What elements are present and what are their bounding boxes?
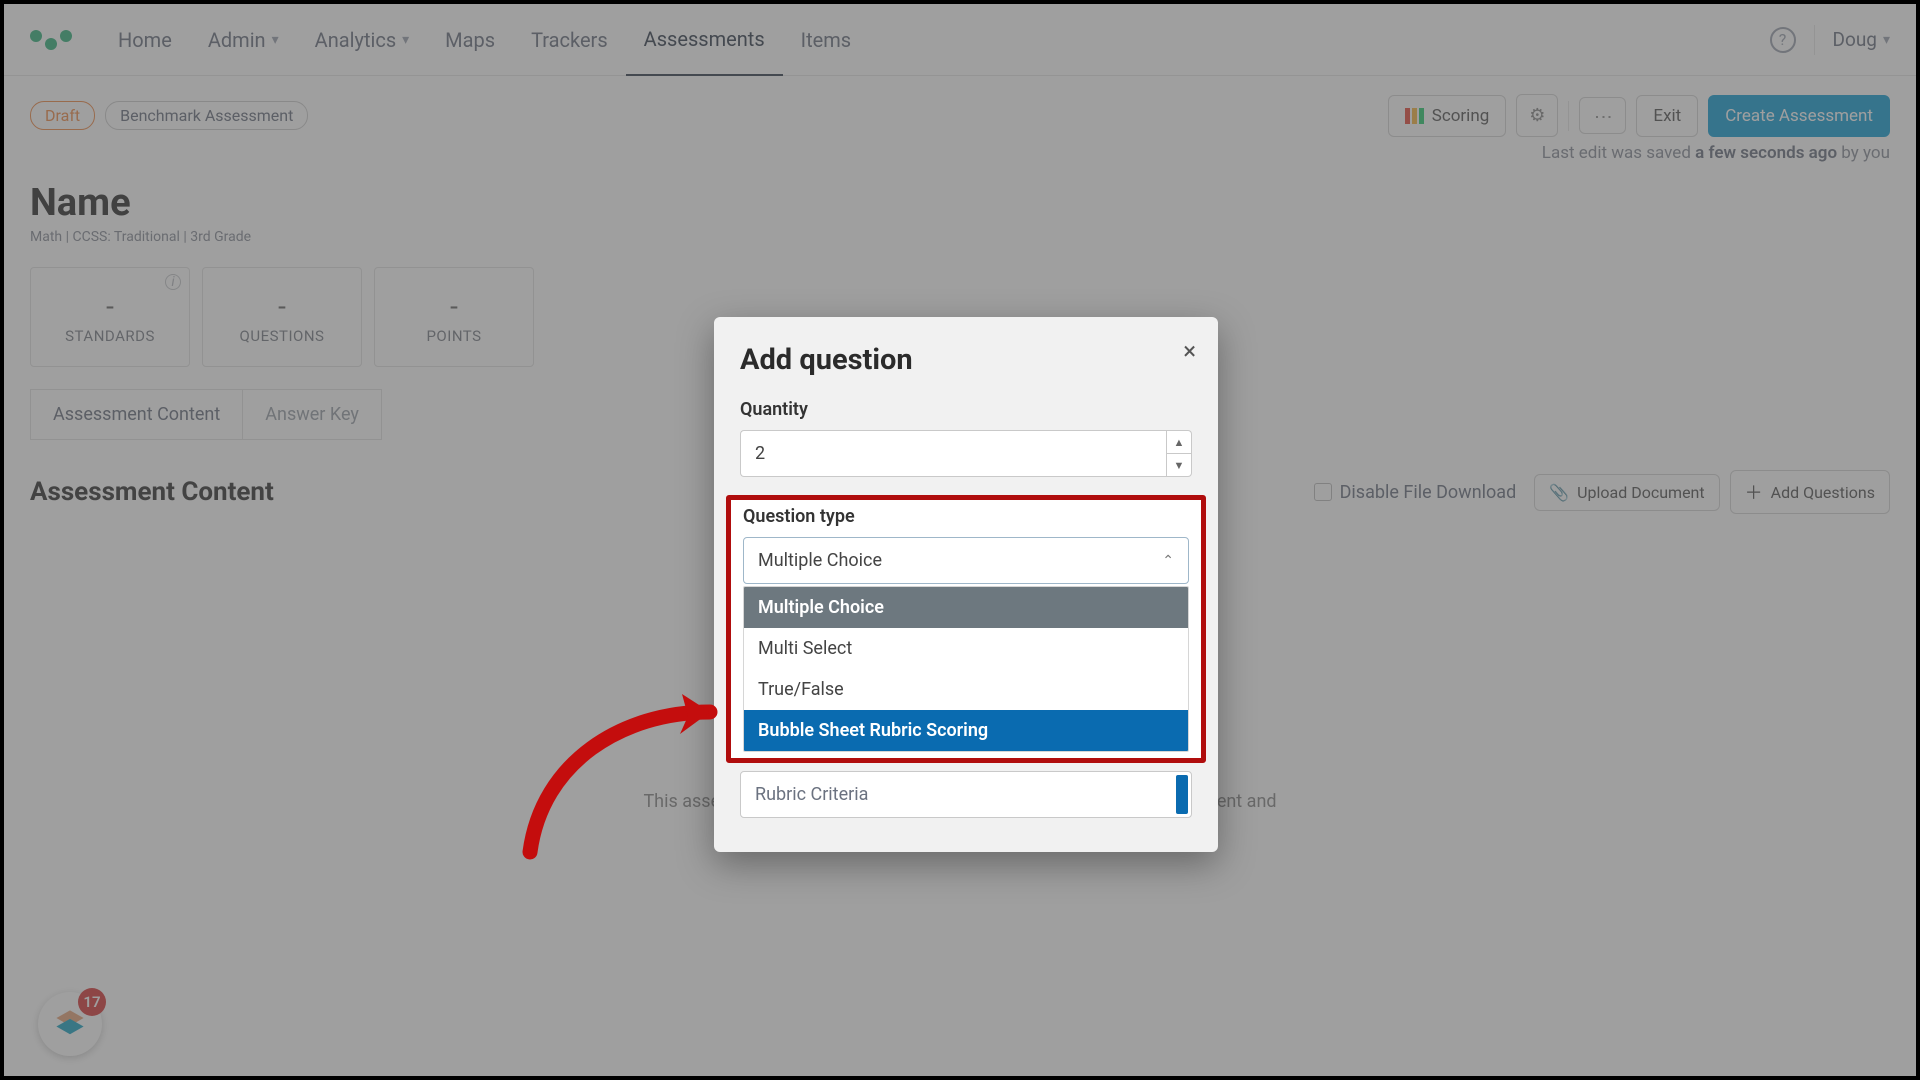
section-title: Assessment Content xyxy=(30,477,274,507)
notifications-widget[interactable]: 17 xyxy=(38,992,102,1056)
quantity-label: Quantity xyxy=(740,399,1192,420)
scoring-icon xyxy=(1405,108,1424,124)
stat-standards: i - STANDARDS xyxy=(30,267,190,367)
benchmark-badge: Benchmark Assessment xyxy=(105,101,308,130)
nav-trackers[interactable]: Trackers xyxy=(513,4,626,76)
divider xyxy=(1814,25,1815,55)
quantity-input[interactable] xyxy=(740,430,1166,477)
attachment-icon: 📎 xyxy=(1549,483,1569,502)
question-type-label: Question type xyxy=(743,506,1189,527)
option-multi-select[interactable]: Multi Select xyxy=(744,628,1188,669)
draft-badge: Draft xyxy=(30,101,95,130)
close-icon[interactable]: × xyxy=(1183,337,1196,365)
create-assessment-button[interactable]: Create Assessment xyxy=(1708,95,1890,137)
scoring-button[interactable]: Scoring xyxy=(1388,95,1507,137)
question-type-dropdown: Multiple Choice Multi Select True/False … xyxy=(743,586,1189,752)
app-root: Home Admin▾ Analytics▾ Maps Trackers Ass… xyxy=(4,4,1916,1076)
nav-admin[interactable]: Admin▾ xyxy=(190,4,297,76)
nav-items[interactable]: Items xyxy=(783,4,869,76)
option-bubble-sheet-rubric[interactable]: Bubble Sheet Rubric Scoring xyxy=(744,710,1188,751)
add-question-modal: × Add question Quantity ▲ ▼ Question typ… xyxy=(714,317,1218,852)
gear-icon: ⚙ xyxy=(1529,105,1545,126)
divider xyxy=(1568,101,1569,131)
info-icon[interactable]: i xyxy=(165,274,181,290)
option-multiple-choice[interactable]: Multiple Choice xyxy=(744,587,1188,628)
modal-title: Add question xyxy=(740,343,1192,377)
user-menu[interactable]: Doug▾ xyxy=(1833,28,1890,51)
last-saved-text: Last edit was saved a few seconds ago by… xyxy=(4,137,1916,163)
page-title: Name xyxy=(30,181,1890,225)
question-type-select[interactable]: Multiple Choice ⌃ xyxy=(743,537,1189,584)
chevron-down-icon: ▾ xyxy=(1883,32,1890,48)
help-icon[interactable]: ? xyxy=(1770,27,1796,53)
add-questions-button[interactable]: ＋ Add Questions xyxy=(1730,470,1890,514)
quantity-stepper: ▲ ▼ xyxy=(1166,430,1192,477)
stat-questions: - QUESTIONS xyxy=(202,267,362,367)
top-nav: Home Admin▾ Analytics▾ Maps Trackers Ass… xyxy=(4,4,1916,76)
question-type-highlight: Question type Multiple Choice ⌃ Multiple… xyxy=(726,495,1206,763)
nav-analytics[interactable]: Analytics▾ xyxy=(297,4,428,76)
action-bar: Draft Benchmark Assessment Scoring ⚙ ⋮ E… xyxy=(4,76,1916,137)
upload-document-button[interactable]: 📎 Upload Document xyxy=(1534,474,1719,511)
breadcrumb: Math | CCSS: Traditional | 3rd Grade xyxy=(30,229,1890,245)
quantity-up-button[interactable]: ▲ xyxy=(1166,430,1192,453)
logo-icon xyxy=(30,30,72,50)
chevron-down-icon: ▾ xyxy=(272,32,279,48)
nav-home[interactable]: Home xyxy=(100,4,190,76)
checkbox-icon xyxy=(1314,483,1332,501)
nav-maps[interactable]: Maps xyxy=(427,4,513,76)
option-true-false[interactable]: True/False xyxy=(744,669,1188,710)
exit-button[interactable]: Exit xyxy=(1636,95,1698,137)
tab-assessment-content[interactable]: Assessment Content xyxy=(30,389,243,440)
plus-icon: ＋ xyxy=(1745,479,1763,505)
quantity-down-button[interactable]: ▼ xyxy=(1166,453,1192,477)
kebab-icon: ⋮ xyxy=(1592,108,1613,123)
tab-answer-key[interactable]: Answer Key xyxy=(242,389,382,440)
settings-button[interactable]: ⚙ xyxy=(1516,94,1558,137)
chevron-down-icon: ▾ xyxy=(402,32,409,48)
stat-points: - POINTS xyxy=(374,267,534,367)
rubric-criteria-input[interactable] xyxy=(740,771,1192,818)
nav-assessments[interactable]: Assessments xyxy=(626,4,783,76)
more-button[interactable]: ⋮ xyxy=(1579,97,1626,134)
notification-count-badge: 17 xyxy=(78,988,106,1016)
chevron-up-icon: ⌃ xyxy=(1162,553,1174,569)
disable-download-checkbox[interactable]: Disable File Download xyxy=(1314,482,1517,503)
scroll-indicator xyxy=(1176,775,1188,814)
